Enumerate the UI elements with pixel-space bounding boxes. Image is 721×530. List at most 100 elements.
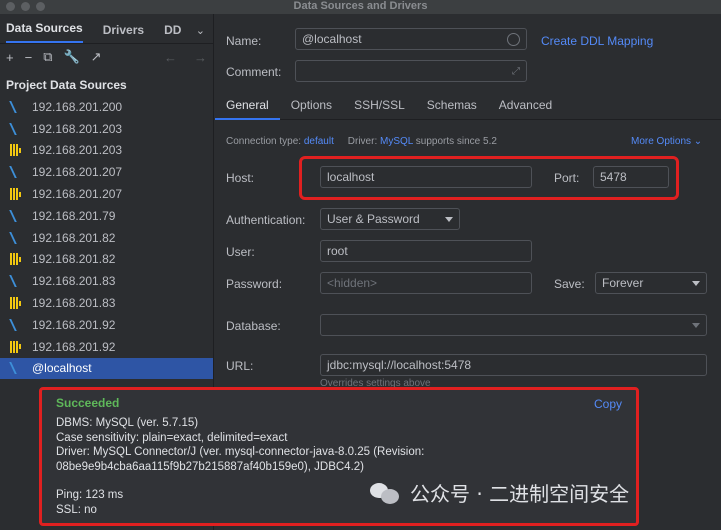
data-source-label: 192.168.201.82 xyxy=(32,252,116,267)
chevron-down-icon xyxy=(692,280,700,286)
user-input[interactable]: root xyxy=(320,240,532,262)
tab-options[interactable]: Options xyxy=(280,98,343,120)
more-options-label: More Options ⌄ xyxy=(631,136,703,147)
data-source-list: 192.168.201.200 192.168.201.203 192.168.20… xyxy=(0,96,213,380)
mysql-icon xyxy=(10,274,24,288)
left-toolbar: + − ⧉ 🔧 ↗ ← → xyxy=(0,44,213,70)
url-input[interactable]: jdbc:mysql://localhost:5478 xyxy=(320,354,707,376)
mysql-icon xyxy=(10,209,24,223)
tab-ssh-ssl[interactable]: SSH/SSL xyxy=(343,98,416,120)
driver-value[interactable]: MySQL xyxy=(380,136,413,147)
project-data-sources-title: Project Data Sources xyxy=(6,78,127,92)
clickhouse-icon xyxy=(10,143,24,157)
driver-label: Driver: xyxy=(347,136,378,147)
mysql-icon xyxy=(10,318,24,332)
mysql-icon xyxy=(10,231,24,245)
data-source-label: 192.168.201.92 xyxy=(32,317,116,332)
data-source-label: 192.168.201.203 xyxy=(32,143,123,158)
clickhouse-icon xyxy=(10,296,24,310)
data-source-item[interactable]: 192.168.201.83 xyxy=(0,292,213,314)
watermark: 公众号 · 二进制空间安全 xyxy=(370,478,629,507)
data-source-item[interactable]: 192.168.201.207 xyxy=(0,161,213,183)
forward-arrow-icon[interactable]: → xyxy=(194,50,207,65)
popup-line-dbms: DBMS: MySQL (ver. 5.7.15) xyxy=(56,417,199,429)
tab-schemas[interactable]: Schemas xyxy=(416,98,488,120)
data-source-label: 192.168.201.92 xyxy=(32,339,116,354)
data-source-item[interactable]: 192.168.201.207 xyxy=(0,183,213,205)
comment-field[interactable]: ⤢ xyxy=(295,60,527,82)
data-source-item[interactable]: 192.168.201.82 xyxy=(0,249,213,271)
watermark-text: 公众号 · 二进制空间安全 xyxy=(410,482,630,506)
window-title: Data Sources and Drivers xyxy=(293,0,428,12)
data-source-label: 192.168.201.83 xyxy=(32,274,116,289)
connection-type-value[interactable]: default xyxy=(304,136,334,147)
name-field[interactable]: @localhost xyxy=(295,28,527,50)
wechat-icon xyxy=(370,481,400,505)
left-tabs: Data Sources Drivers DD ⌄ xyxy=(0,14,213,44)
tab-drivers[interactable]: Drivers xyxy=(103,23,144,43)
name-value: @localhost xyxy=(302,32,362,46)
connection-type-row: Connection type: default Driver: MySQL s… xyxy=(226,136,497,147)
color-circle-icon[interactable] xyxy=(507,32,520,46)
data-source-item[interactable]: 192.168.201.79 xyxy=(0,205,213,227)
data-source-item[interactable]: 192.168.201.200 xyxy=(0,96,213,118)
data-source-label: 192.168.201.79 xyxy=(32,208,116,223)
host-label: Host: xyxy=(226,171,255,185)
duplicate-icon[interactable]: ⧉ xyxy=(43,49,52,65)
chevron-down-icon xyxy=(692,322,700,328)
data-source-item[interactable]: 192.168.201.203 xyxy=(0,118,213,140)
more-tabs-chevron-icon[interactable]: ⌄ xyxy=(196,24,205,37)
name-label: Name: xyxy=(226,34,262,48)
data-source-item[interactable]: 192.168.201.82 xyxy=(0,227,213,249)
database-label: Database: xyxy=(226,319,281,333)
mysql-icon xyxy=(10,122,24,136)
data-source-label: 192.168.201.207 xyxy=(32,187,123,202)
popup-line-driver: Driver: MySQL Connector/J (ver. mysql-co… xyxy=(56,446,425,458)
window-titlebar: Data Sources and Drivers xyxy=(0,0,721,14)
tab-advanced[interactable]: Advanced xyxy=(488,98,563,120)
authentication-value: User & Password xyxy=(327,212,420,226)
driver-suffix: supports since 5.2 xyxy=(415,136,497,147)
data-source-item[interactable]: 192.168.201.92 xyxy=(0,336,213,358)
add-icon[interactable]: + xyxy=(6,50,14,65)
save-value: Forever xyxy=(602,276,644,290)
chevron-down-icon xyxy=(445,216,453,222)
tab-ddl[interactable]: DD xyxy=(164,23,181,43)
create-ddl-mapping-link[interactable]: Create DDL Mapping xyxy=(541,34,653,48)
status-succeeded: Succeeded xyxy=(56,396,120,410)
wrench-icon[interactable]: 🔧 xyxy=(63,49,79,65)
remove-icon[interactable]: − xyxy=(25,50,33,65)
authentication-label: Authentication: xyxy=(226,213,306,227)
connection-type-label: Connection type: xyxy=(226,136,302,147)
user-label: User: xyxy=(226,245,255,259)
more-options-link[interactable]: More Options ⌄ xyxy=(631,136,702,147)
mysql-icon xyxy=(10,165,24,179)
expand-icon[interactable]: ⤢ xyxy=(512,66,520,77)
mysql-icon xyxy=(10,100,24,114)
open-external-icon[interactable]: ↗ xyxy=(91,49,102,65)
tab-general[interactable]: General xyxy=(215,98,280,120)
password-input[interactable]: <hidden> xyxy=(320,272,532,294)
host-port-highlight xyxy=(299,156,679,200)
copy-link[interactable]: Copy xyxy=(594,397,622,411)
save-label: Save: xyxy=(554,277,585,291)
data-source-item[interactable]: 192.168.201.83 xyxy=(0,270,213,292)
data-source-label: 192.168.201.200 xyxy=(32,99,123,114)
authentication-select[interactable]: User & Password xyxy=(320,208,460,230)
save-select[interactable]: Forever xyxy=(595,272,707,294)
data-source-item[interactable]: @localhost xyxy=(0,357,213,380)
url-label: URL: xyxy=(226,359,254,373)
data-source-label: 192.168.201.203 xyxy=(32,121,123,136)
comment-label: Comment: xyxy=(226,65,282,79)
back-arrow-icon[interactable]: ← xyxy=(164,50,177,65)
data-source-item[interactable]: 192.168.201.92 xyxy=(0,314,213,336)
database-select[interactable] xyxy=(320,314,707,336)
mysql-icon xyxy=(10,361,24,375)
tab-data-sources[interactable]: Data Sources xyxy=(6,21,83,43)
data-source-item[interactable]: 192.168.201.203 xyxy=(0,140,213,162)
clickhouse-icon xyxy=(10,340,24,354)
popup-line-case: Case sensitivity: plain=exact, delimited… xyxy=(56,431,288,444)
data-source-label: 192.168.201.82 xyxy=(32,230,116,245)
clickhouse-icon xyxy=(10,187,24,201)
popup-line-revision: 08be9e9b4cba6aa115f9b27b215887af40b159e0… xyxy=(56,460,364,473)
